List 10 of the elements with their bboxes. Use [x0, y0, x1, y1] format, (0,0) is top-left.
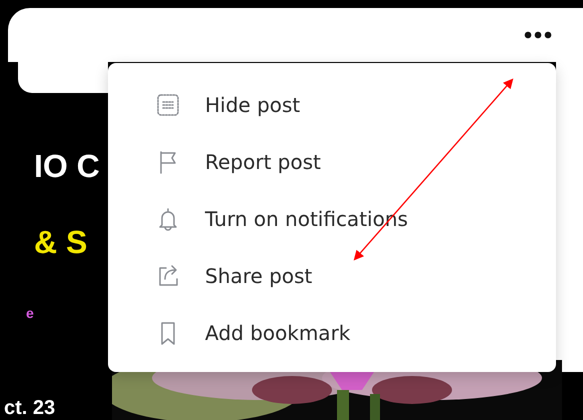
poster-text: IO C [34, 150, 100, 182]
grid-icon [155, 92, 181, 118]
menu-item[interactable]: Hide post [108, 76, 556, 133]
menu-item[interactable]: Report post [108, 133, 556, 190]
menu-item[interactable]: Share post [108, 247, 556, 304]
poster-text: & S [34, 226, 88, 258]
poster-text: e [26, 306, 34, 320]
menu-item[interactable]: Add bookmark [108, 304, 556, 361]
poster-text: ct. 23 [4, 398, 56, 418]
more-icon[interactable] [523, 30, 553, 40]
